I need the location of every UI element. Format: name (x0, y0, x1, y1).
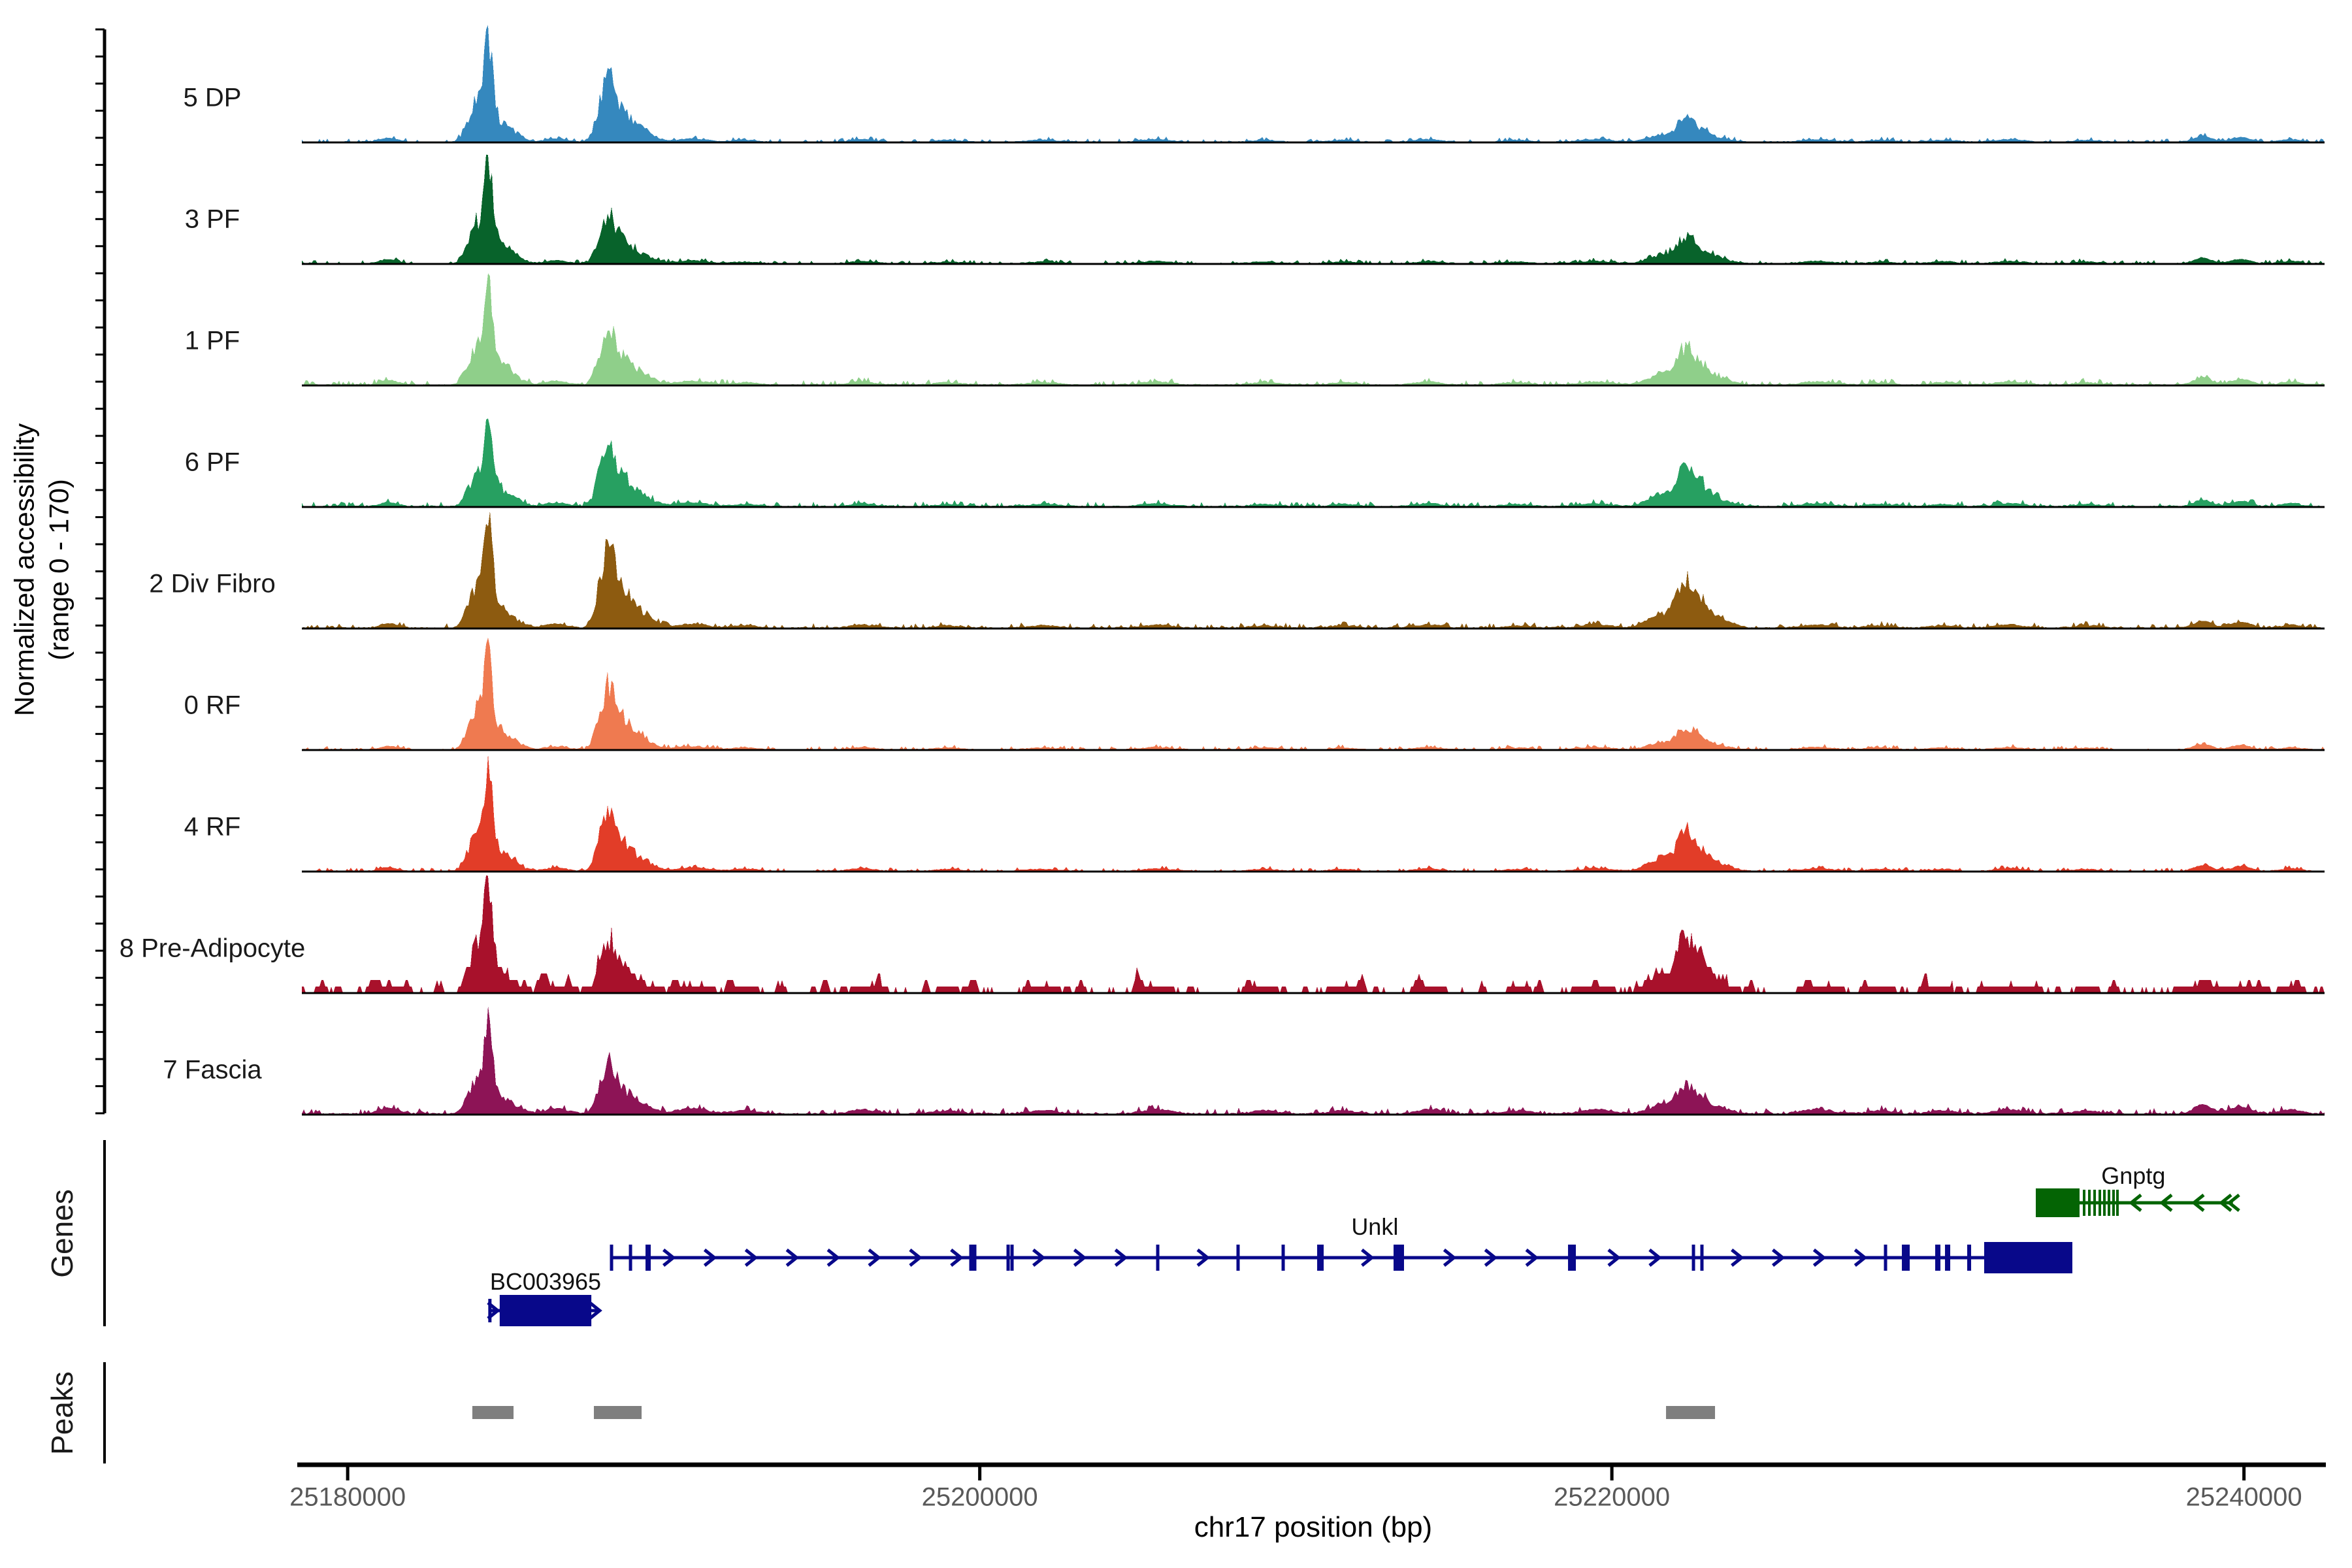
coverage-track-area (302, 273, 2325, 385)
x-tick-label: 25220000 (1554, 1483, 1670, 1512)
genome-browser-figure: Normalized accessibility (range 0 - 170)… (0, 0, 2352, 1568)
gene-label: Unkl (1351, 1213, 1398, 1241)
track-label: 8 Pre-Adipocyte (120, 934, 306, 964)
track-label: 5 DP (184, 84, 242, 113)
called-peak-bar (1666, 1406, 1715, 1419)
track-label: 1 PF (185, 327, 240, 356)
gene-label: Gnptg (2101, 1162, 2165, 1190)
coverage-track-area (302, 875, 2325, 993)
track-label: 7 Fascia (163, 1056, 261, 1085)
coverage-track-area (302, 25, 2325, 142)
genome-tracks-canvas (0, 0, 2352, 1568)
peaks-section-label: Peaks (44, 1371, 80, 1455)
coverage-track-area (302, 754, 2325, 872)
called-peak-bar (594, 1406, 642, 1419)
genes-section-label: Genes (44, 1189, 80, 1278)
gene-final-exon-box (1984, 1242, 2072, 1273)
track-label: 3 PF (185, 205, 240, 235)
coverage-track-area (302, 155, 2325, 264)
track-label: 6 PF (185, 448, 240, 478)
y-axis-title-line1: Normalized accessibility (8, 423, 42, 716)
coverage-track-area (302, 418, 2325, 507)
x-axis-title: chr17 position (bp) (1194, 1511, 1432, 1544)
y-axis-title: Normalized accessibility (range 0 - 170) (8, 423, 76, 716)
coverage-track-area (302, 511, 2325, 629)
gene-exon-box (2036, 1188, 2080, 1217)
y-axis-title-line2: (range 0 - 170) (42, 423, 76, 716)
coverage-track-area (302, 638, 2325, 750)
gene-label: BC003965 (490, 1268, 601, 1296)
x-tick-label: 25240000 (2186, 1483, 2302, 1512)
called-peak-bar (472, 1406, 514, 1419)
x-tick-label: 25200000 (922, 1483, 1038, 1512)
coverage-track-area (302, 1006, 2325, 1115)
track-label: 2 Div Fibro (149, 570, 275, 599)
track-label: 0 RF (184, 691, 241, 721)
x-tick-label: 25180000 (289, 1483, 406, 1512)
track-label: 4 RF (184, 813, 241, 842)
gene-exon-box (500, 1295, 591, 1326)
